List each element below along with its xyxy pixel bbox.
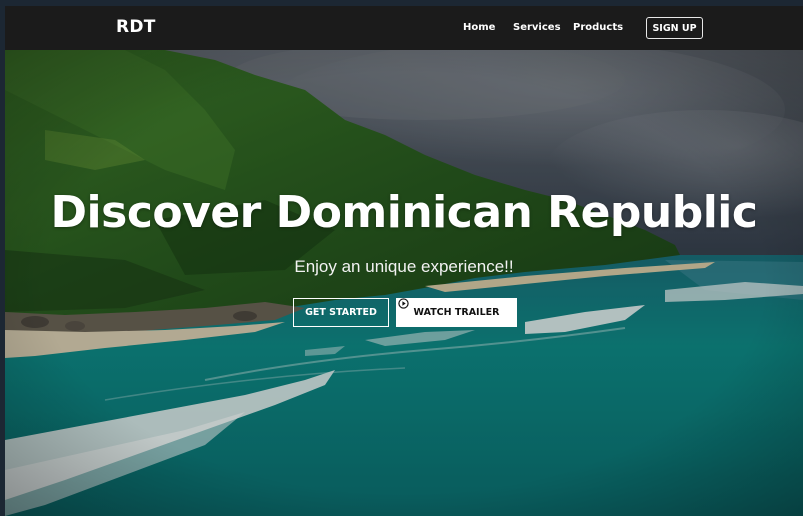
navbar: RDT Home Services Products SIGN UP: [5, 6, 803, 50]
hero-section: Discover Dominican Republic Enjoy an uni…: [5, 50, 803, 516]
watch-trailer-label: WATCH TRAILER: [413, 307, 500, 318]
hero-subtitle: Enjoy an unique experience!!: [294, 257, 514, 276]
nav-link-services[interactable]: Services: [513, 22, 561, 33]
brand-logo[interactable]: RDT: [116, 17, 156, 37]
watch-trailer-button[interactable]: WATCH TRAILER: [396, 298, 517, 327]
signup-button[interactable]: SIGN UP: [646, 17, 703, 39]
get-started-button[interactable]: GET STARTED: [293, 298, 389, 327]
hero-title: Discover Dominican Republic: [50, 187, 758, 238]
play-circle-icon: [398, 298, 409, 309]
nav-link-home[interactable]: Home: [463, 22, 495, 33]
browser-viewport: RDT Home Services Products SIGN UP Disco…: [5, 6, 803, 516]
nav-link-products[interactable]: Products: [573, 22, 623, 33]
hero-background-image: [5, 50, 803, 516]
